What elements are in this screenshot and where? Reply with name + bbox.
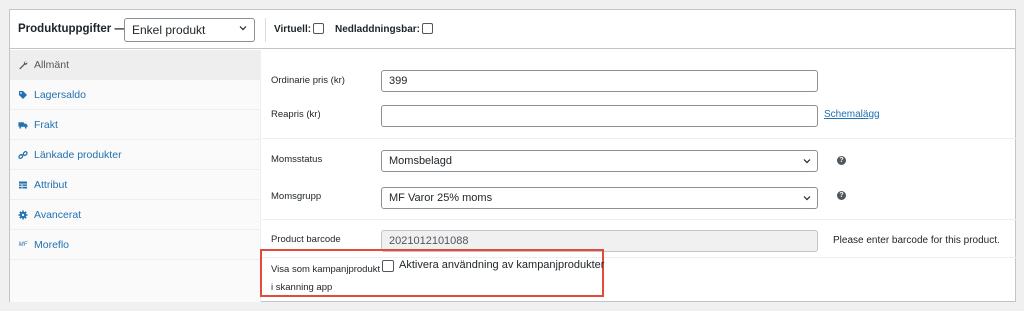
product-data-tabs: Allmänt Lagersaldo Frakt Länkade produkt… <box>10 50 261 302</box>
table-icon <box>18 180 28 190</box>
campaign-label-line2: i skanning app <box>271 282 333 293</box>
chevron-down-icon <box>803 196 811 201</box>
tab-label: Moreflo <box>34 238 70 251</box>
product-type-select[interactable]: Enkel produkt <box>124 18 255 42</box>
downloadable-label: Nedladdningsbar: <box>335 24 421 35</box>
regular-price-input[interactable]: 399 <box>381 70 818 92</box>
tab-attributes[interactable]: Attribut <box>10 170 261 200</box>
tab-label: Allmänt <box>34 58 70 71</box>
campaign-label: Visa som kampanjprodukt i skanning app <box>271 261 383 297</box>
sale-price-label: Reapris (kr) <box>271 109 321 120</box>
tab-shipping[interactable]: Frakt <box>10 110 261 140</box>
virtual-option[interactable]: Virtuell: <box>274 22 325 35</box>
chevron-down-icon <box>803 159 811 164</box>
tab-label: Avancerat <box>34 208 82 221</box>
barcode-description: Please enter barcode for this product. <box>833 235 1000 246</box>
truck-icon <box>18 120 28 130</box>
product-data-header: Produktuppgifter — Enkel produkt Virtuel… <box>10 10 1015 49</box>
section-divider <box>262 138 1017 139</box>
downloadable-option[interactable]: Nedladdningsbar: <box>335 22 434 35</box>
tab-label: Frakt <box>34 118 58 131</box>
regular-price-label: Ordinarie pris (kr) <box>271 75 345 86</box>
tab-general[interactable]: Allmänt <box>10 50 261 80</box>
virtual-label: Virtuell: <box>274 24 312 35</box>
barcode-label: Product barcode <box>271 234 341 245</box>
tab-label: Lagersaldo <box>34 88 86 101</box>
sale-price-input[interactable] <box>381 105 818 127</box>
gear-icon <box>18 210 28 220</box>
product-type-value: Enkel produkt <box>132 23 206 37</box>
tax-class-label: Momsgrupp <box>271 191 322 202</box>
tag-icon <box>18 90 28 100</box>
mf-icon: MF <box>18 241 28 248</box>
barcode-value: 2021012101088 <box>389 235 469 247</box>
tax-status-value: Momsbelagd <box>389 155 452 167</box>
tax-status-select[interactable]: Momsbelagd <box>381 150 818 172</box>
schedule-link[interactable]: Schemalägg <box>824 109 880 120</box>
tab-moreflo[interactable]: MF Moreflo <box>10 230 261 260</box>
campaign-checkbox-label[interactable]: Aktivera användning av kampanjprodukter <box>399 259 604 271</box>
tab-advanced[interactable]: Avancerat <box>10 200 261 230</box>
header-divider <box>265 18 266 42</box>
tab-label: Länkade produkter <box>34 148 122 161</box>
panel-title: Produktuppgifter — <box>18 23 126 35</box>
downloadable-checkbox[interactable] <box>422 22 434 34</box>
section-divider <box>262 219 1017 220</box>
campaign-checkbox[interactable] <box>382 260 394 272</box>
help-icon[interactable]: ? <box>837 156 846 165</box>
help-icon[interactable]: ? <box>837 191 846 200</box>
campaign-label-line1: Visa som kampanjprodukt <box>271 264 381 275</box>
tab-inventory[interactable]: Lagersaldo <box>10 80 261 110</box>
tax-status-label: Momsstatus <box>271 154 323 165</box>
tax-class-value: MF Varor 25% moms <box>389 192 493 204</box>
regular-price-value: 399 <box>389 75 408 87</box>
tab-linked-products[interactable]: Länkade produkter <box>10 140 261 170</box>
tab-label: Attribut <box>34 178 68 191</box>
wrench-icon <box>18 60 28 70</box>
tax-class-select[interactable]: MF Varor 25% moms <box>381 187 818 209</box>
chevron-down-icon <box>239 26 247 31</box>
virtual-checkbox[interactable] <box>313 22 325 34</box>
link-icon <box>18 150 28 160</box>
